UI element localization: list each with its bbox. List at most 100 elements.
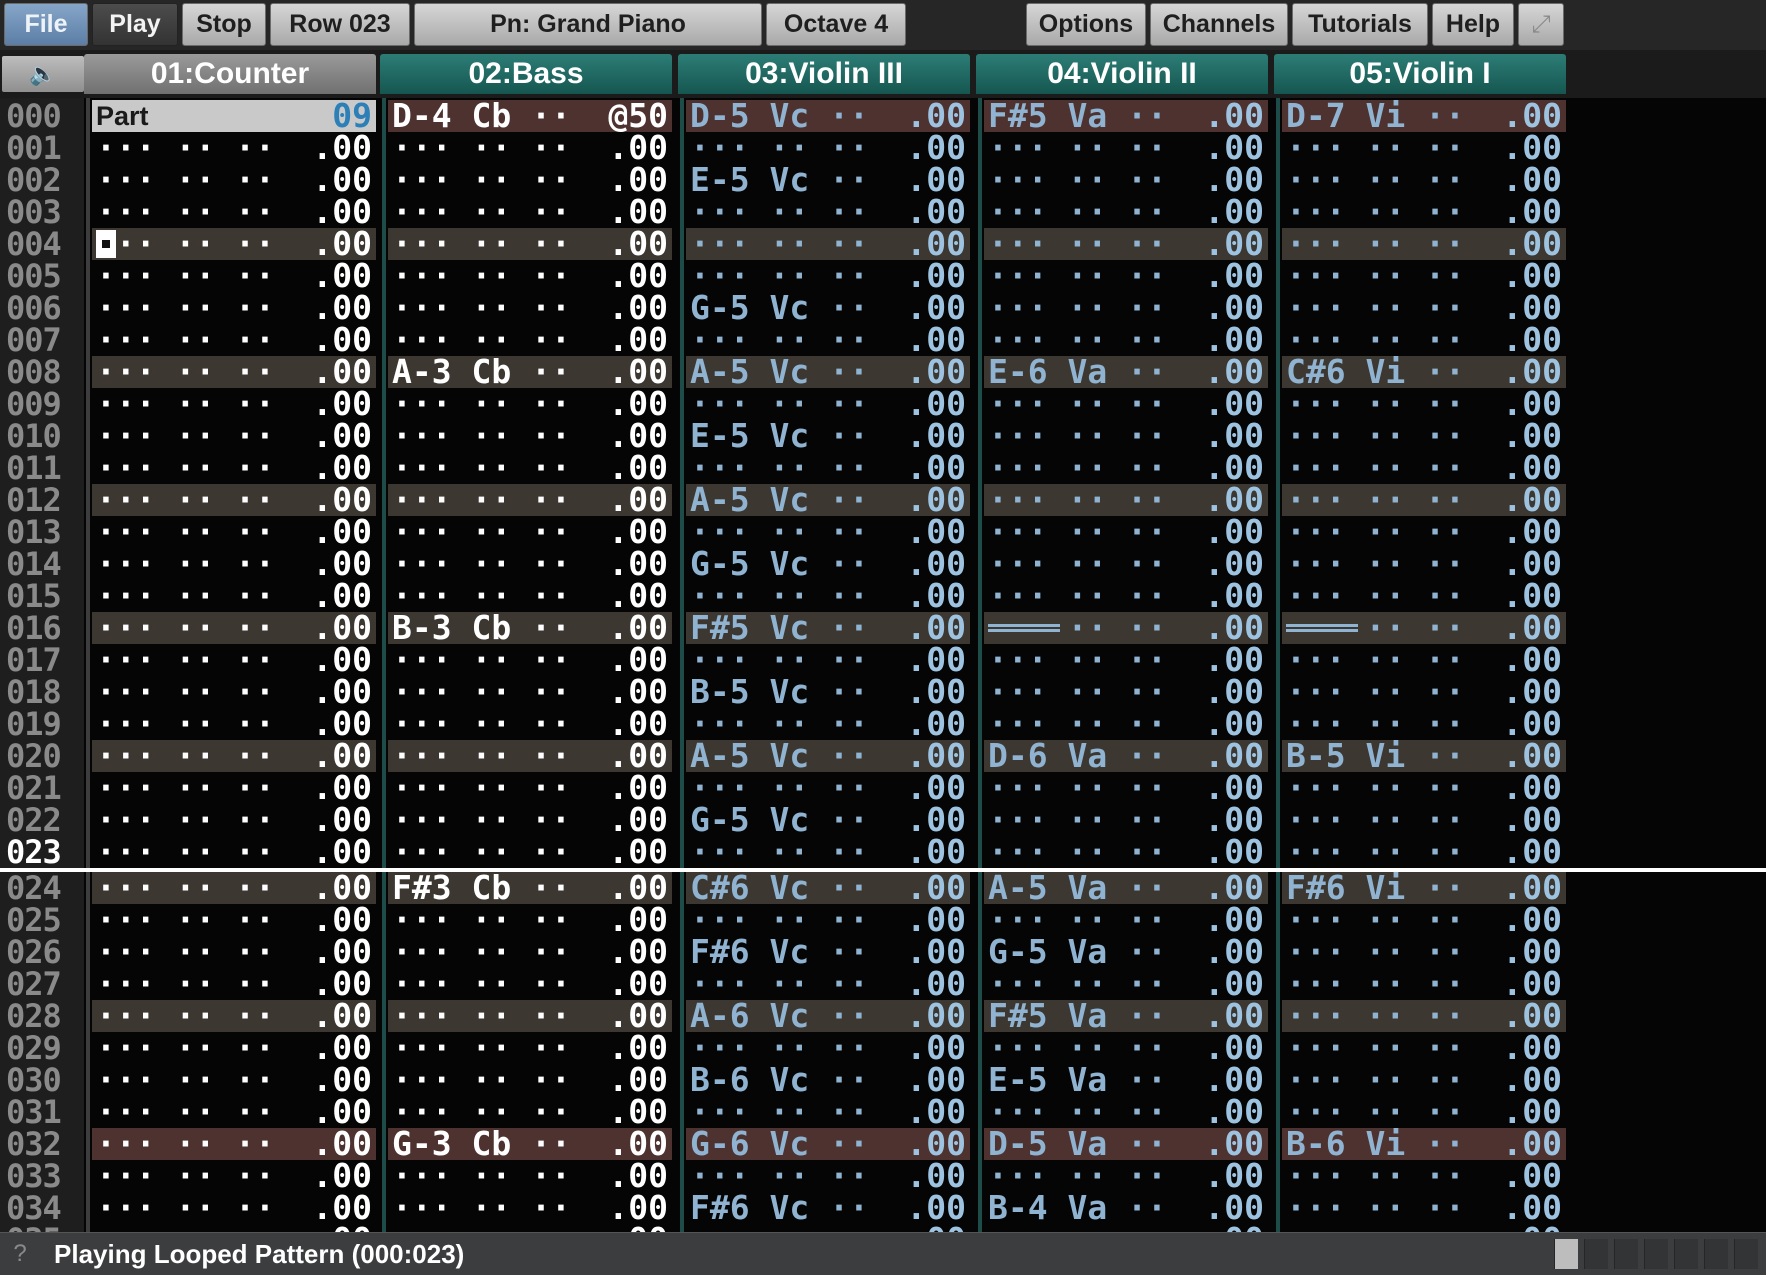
- help-button[interactable]: Help: [1432, 3, 1514, 46]
- pattern-cell[interactable]: ··· ·· ·· .00: [388, 1223, 672, 1232]
- note-off-marker: [1286, 624, 1358, 632]
- row-number: 017: [6, 641, 62, 679]
- volume-text: .00: [608, 832, 668, 871]
- row-number: 016: [6, 609, 62, 647]
- row-number: 023: [6, 833, 62, 871]
- volume-text: .00: [906, 1223, 966, 1232]
- status-meter-segment: [1584, 1239, 1608, 1269]
- status-meter-segment: [1644, 1239, 1668, 1269]
- expand-icon[interactable]: ⤢: [1518, 3, 1564, 46]
- channel-divider: [680, 98, 684, 1232]
- pattern-cell[interactable]: ··· ·· ·· .00: [92, 832, 376, 871]
- speaker-icon[interactable]: 🔈: [2, 56, 84, 92]
- help-icon[interactable]: ?: [0, 1233, 40, 1275]
- edit-cursor: [96, 230, 116, 258]
- row-number: 027: [6, 965, 62, 1003]
- channel-header[interactable]: 05:Violin I: [1274, 54, 1566, 94]
- channel-header[interactable]: 02:Bass: [380, 54, 672, 94]
- channel-divider: [978, 98, 982, 1232]
- pattern-cell[interactable]: ··· ·· ·· .00: [984, 1223, 1268, 1232]
- channels-button[interactable]: Channels: [1150, 3, 1288, 46]
- channel-column[interactable]: D-5 Vc ·· .00 ··· ·· ·· .00 E-5 Vc ·· .00 ··· …: [686, 98, 970, 1232]
- row-number: 015: [6, 577, 62, 615]
- note-text: Part: [96, 101, 149, 131]
- note-text: ··· ·· ··: [690, 832, 869, 871]
- note-text: ··· ·· ··: [988, 1220, 1167, 1232]
- status-meter-segment: [1704, 1239, 1728, 1269]
- channel-column[interactable]: D-7 Vi ·· .00 ··· ·· ·· .00 ··· ·· ·· .00 ··· …: [1282, 98, 1566, 1232]
- tutorials-button[interactable]: Tutorials: [1292, 3, 1428, 46]
- channel-divider: [1276, 98, 1280, 1232]
- row-number: 005: [6, 257, 62, 295]
- row-number: 001: [6, 129, 62, 167]
- toolbar: File Play Stop Row 023 Pn: Grand Piano O…: [0, 0, 1766, 50]
- row-number: 011: [6, 449, 62, 487]
- row-number: 022: [6, 801, 62, 839]
- options-button[interactable]: Options: [1026, 3, 1146, 46]
- note-text: ··· ·· ··: [1286, 832, 1465, 871]
- channel-divider: [86, 98, 90, 1232]
- row-number: 004: [6, 225, 62, 263]
- note-text: ··· ·· ··: [392, 1220, 571, 1232]
- row-number: 033: [6, 1157, 62, 1195]
- instrument-selector[interactable]: Pn: Grand Piano: [414, 3, 762, 46]
- stop-button[interactable]: Stop: [182, 3, 266, 46]
- note-text: ··· ·· ··: [690, 1220, 869, 1232]
- row-number: 018: [6, 673, 62, 711]
- file-button[interactable]: File: [4, 3, 88, 46]
- note-text: ··· ·· ··: [96, 832, 275, 871]
- row-number: 006: [6, 289, 62, 327]
- row-number: 013: [6, 513, 62, 551]
- row-number: 026: [6, 933, 62, 971]
- row-number: 012: [6, 481, 62, 519]
- volume-text: .00: [312, 1223, 372, 1232]
- channel-header[interactable]: 01:Counter: [84, 54, 376, 94]
- status-meter-segment: [1554, 1239, 1578, 1269]
- row-number: 024: [6, 869, 62, 907]
- row-number: 028: [6, 997, 62, 1035]
- note-text: ··· ·· ··: [988, 832, 1167, 871]
- note-text: ··· ·· ··: [96, 1220, 275, 1232]
- channel-column[interactable]: Part 09 ··· ·· ·· .00 ··· ·· ·· .00 ··· ·· ··.…: [92, 98, 376, 1232]
- pattern-cell[interactable]: ··· ·· ·· .00: [1282, 832, 1566, 871]
- row-number: 000: [6, 98, 62, 135]
- pattern-grid[interactable]: 000 001 002 003 004 005 006 007 008 009 010 011 012 0…: [0, 98, 1766, 1232]
- row-number: 032: [6, 1125, 62, 1163]
- pattern-cell[interactable]: ··· ·· ·· .00: [686, 1223, 970, 1232]
- row-indicator[interactable]: Row 023: [270, 3, 410, 46]
- channel-column[interactable]: D-4 Cb ·· @50 ··· ·· ·· .00 ··· ·· ·· .00 ··· …: [388, 98, 672, 1232]
- pattern-cell[interactable]: ··· ·· ·· .00: [686, 832, 970, 871]
- pattern-cell[interactable]: ··· ·· ·· .00: [1282, 1223, 1566, 1232]
- playback-line: [0, 868, 1766, 872]
- volume-text: .00: [608, 1223, 668, 1232]
- volume-text: .00: [1204, 1223, 1264, 1232]
- channel-header[interactable]: 03:Violin III: [678, 54, 970, 94]
- note-off-marker: [988, 624, 1060, 632]
- row-number: 010: [6, 417, 62, 455]
- note-text: ··· ·· ··: [392, 832, 571, 871]
- channel-column[interactable]: F#5 Va ·· .00 ··· ·· ·· .00 ··· ·· ·· .00 ··· …: [984, 98, 1268, 1232]
- pattern-cell[interactable]: ··· ·· ·· .00: [984, 832, 1268, 871]
- pattern-cell[interactable]: ··· ·· ·· .00: [92, 1223, 376, 1232]
- volume-text: .00: [312, 832, 372, 871]
- row-number: 009: [6, 385, 62, 423]
- status-meter-segment: [1734, 1239, 1758, 1269]
- volume-text: .00: [1502, 832, 1562, 871]
- octave-selector[interactable]: Octave 4: [766, 3, 906, 46]
- channel-divider: [382, 98, 386, 1232]
- row-number: 002: [6, 161, 62, 199]
- row-number: 021: [6, 769, 62, 807]
- row-number: 025: [6, 901, 62, 939]
- play-button[interactable]: Play: [92, 3, 178, 46]
- channel-header[interactable]: 04:Violin II: [976, 54, 1268, 94]
- row-number: 029: [6, 1029, 62, 1067]
- status-meter-segment: [1674, 1239, 1698, 1269]
- status-text: Playing Looped Pattern (000:023): [54, 1239, 465, 1269]
- row-number: 031: [6, 1093, 62, 1131]
- volume-text: .00: [906, 832, 966, 871]
- pattern-cell[interactable]: ··· ·· ·· .00: [388, 832, 672, 871]
- row-number: 030: [6, 1061, 62, 1099]
- row-number: 003: [6, 193, 62, 231]
- volume-text: .00: [1204, 832, 1264, 871]
- volume-text: .00: [1502, 1223, 1562, 1232]
